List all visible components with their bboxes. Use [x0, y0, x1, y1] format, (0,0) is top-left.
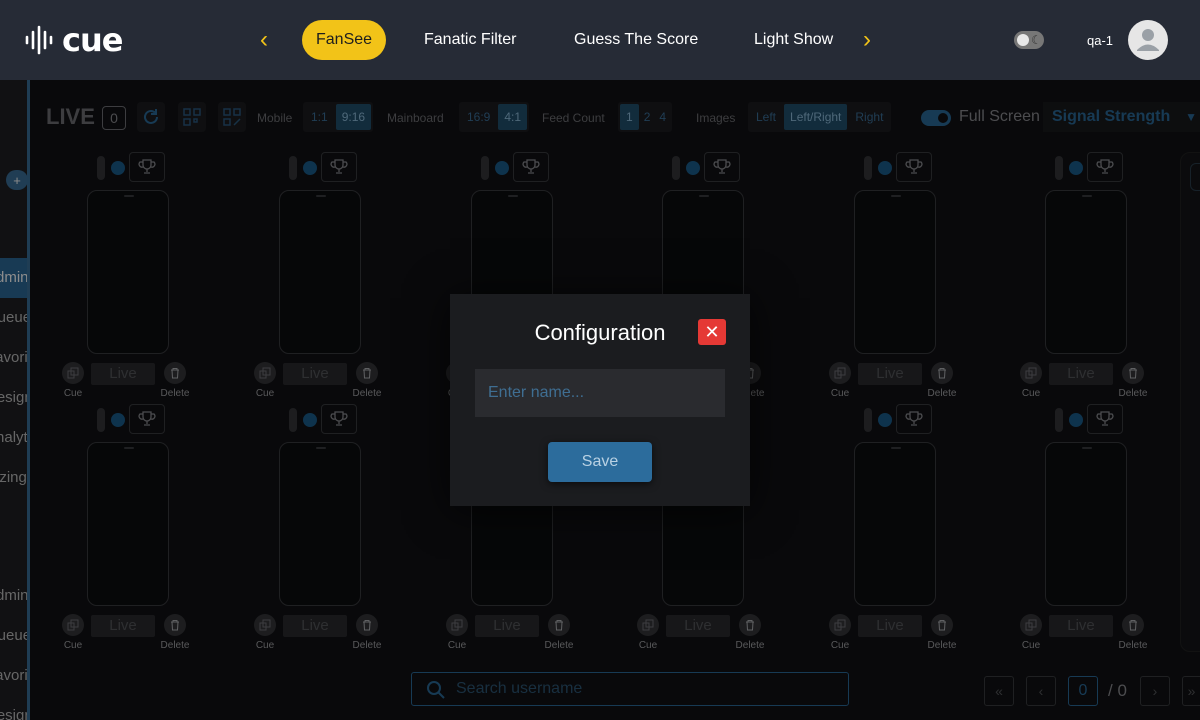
logo[interactable]: cue — [24, 21, 123, 59]
nav-next-arrow-icon[interactable]: › — [855, 26, 879, 54]
tab-fanatic-filter[interactable]: Fanatic Filter — [424, 20, 516, 60]
tab-light-show[interactable]: Light Show — [754, 20, 833, 60]
name-input[interactable] — [475, 369, 725, 417]
top-nav: cue ‹ FanSee Fanatic Filter Guess The Sc… — [0, 0, 1200, 80]
soundwave-logo-icon — [25, 25, 53, 55]
configuration-modal: Configuration ✕ Save — [450, 294, 750, 506]
nav-prev-arrow-icon[interactable]: ‹ — [252, 26, 276, 54]
tab-guess-the-score[interactable]: Guess The Score — [574, 20, 698, 60]
theme-toggle[interactable]: ☾ — [1014, 31, 1044, 49]
brand-name: cue — [62, 21, 123, 59]
tab-fansee[interactable]: FanSee — [302, 20, 387, 60]
toggle-knob — [1017, 34, 1029, 46]
avatar[interactable] — [1128, 20, 1168, 60]
moon-icon: ☾ — [1031, 33, 1042, 47]
save-button[interactable]: Save — [548, 442, 652, 482]
user-name: qa-1 — [1087, 33, 1114, 48]
user-icon — [1137, 29, 1159, 51]
close-icon[interactable]: ✕ — [698, 319, 726, 345]
